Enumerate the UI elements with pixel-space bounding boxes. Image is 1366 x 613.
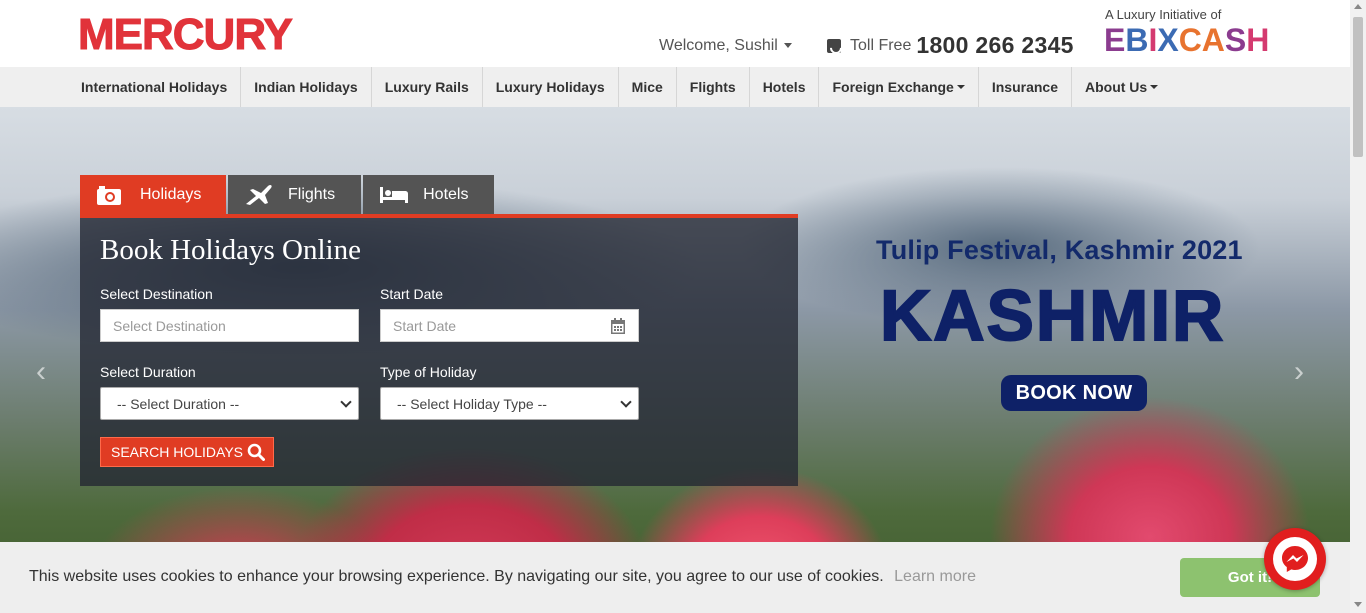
banner-subtitle: Tulip Festival, Kashmir 2021 (876, 235, 1243, 265)
destination-input[interactable]: Select Destination (100, 309, 359, 342)
search-holidays-label: SEARCH HOLIDAYS (111, 444, 243, 460)
toll-free-label: Toll Free (850, 36, 912, 54)
main-nav: International Holidays Indian Holidays L… (0, 67, 1350, 107)
scroll-thumb[interactable] (1353, 17, 1363, 157)
camera-icon (96, 184, 122, 206)
page-scrollbar[interactable] (1350, 0, 1366, 613)
tab-flights-label: Flights (288, 186, 336, 203)
nav-luxury-holidays[interactable]: Luxury Holidays (483, 67, 619, 107)
book-now-button[interactable]: BOOK NOW (1001, 375, 1147, 411)
scroll-up-icon[interactable] (1354, 4, 1362, 9)
toll-free-number: 1800 266 2345 (916, 32, 1074, 58)
nav-hotels[interactable]: Hotels (750, 67, 820, 107)
messenger-icon (1273, 537, 1317, 581)
tab-holidays[interactable]: Holidays (80, 175, 226, 215)
chevron-down-icon (340, 396, 352, 408)
carousel-prev-icon[interactable]: ‹ (36, 357, 54, 387)
user-menu[interactable]: Welcome, Sushil (659, 37, 792, 55)
banner-title: KASHMIR (879, 276, 1226, 357)
toll-free: Toll Free 1800 266 2345 (827, 32, 1074, 59)
search-tabs: Holidays Flights Hotels (80, 175, 496, 215)
caret-down-icon (1150, 85, 1159, 89)
duration-select[interactable]: -- Select Duration -- (100, 387, 359, 420)
bed-icon (379, 184, 409, 206)
search-panel: Book Holidays Online Select Destination … (80, 214, 798, 486)
nav-foreign-exchange-label: Foreign Exchange (832, 79, 954, 95)
start-date-label: Start Date (380, 286, 444, 302)
messenger-chat-button[interactable] (1264, 528, 1326, 590)
destination-label: Select Destination (100, 286, 213, 302)
nav-flights[interactable]: Flights (677, 67, 750, 107)
cookie-text: This website uses cookies to enhance you… (29, 568, 884, 585)
search-holidays-button[interactable]: SEARCH HOLIDAYS (100, 437, 274, 467)
tab-hotels-label: Hotels (423, 186, 469, 203)
nav-mice[interactable]: Mice (619, 67, 677, 107)
scroll-down-icon[interactable] (1354, 602, 1362, 607)
start-date-placeholder: Start Date (393, 317, 457, 334)
mercury-logo[interactable]: MERCURY (78, 11, 294, 58)
nav-international-holidays[interactable]: International Holidays (68, 67, 242, 107)
hero-banner: ‹ › Tulip Festival, Kashmir 2021 KASHMIR… (0, 107, 1350, 613)
holiday-type-value: -- Select Holiday Type -- (397, 395, 547, 412)
duration-value: -- Select Duration -- (117, 395, 240, 412)
nav-insurance[interactable]: Insurance (979, 67, 1072, 107)
partner-caption: A Luxury Initiative of (1105, 7, 1222, 22)
chevron-down-icon (620, 396, 632, 408)
calendar-icon[interactable] (611, 318, 625, 334)
learn-more-link[interactable]: Learn more (894, 568, 976, 585)
caret-down-icon (783, 43, 792, 49)
cookie-message: This website uses cookies to enhance you… (29, 568, 976, 586)
phone-icon (827, 38, 841, 53)
nav-about-us-label: About Us (1084, 79, 1148, 95)
caret-down-icon (956, 85, 965, 89)
panel-heading: Book Holidays Online (100, 234, 361, 266)
start-date-input[interactable]: Start Date (380, 309, 639, 342)
nav-indian-holidays[interactable]: Indian Holidays (241, 67, 372, 107)
tab-hotels[interactable]: Hotels (363, 175, 495, 215)
search-icon (247, 443, 265, 461)
destination-placeholder: Select Destination (113, 317, 226, 334)
nav-foreign-exchange[interactable]: Foreign Exchange (819, 67, 979, 107)
cookie-banner: This website uses cookies to enhance you… (0, 542, 1350, 613)
tab-flights[interactable]: Flights (228, 175, 362, 215)
holiday-type-select[interactable]: -- Select Holiday Type -- (380, 387, 639, 420)
carousel-next-icon[interactable]: › (1294, 357, 1312, 387)
tab-holidays-label: Holidays (140, 186, 202, 203)
nav-luxury-rails[interactable]: Luxury Rails (372, 67, 483, 107)
ebixcash-logo: EBIXCASH (1104, 22, 1270, 58)
duration-label: Select Duration (100, 364, 196, 380)
nav-about-us[interactable]: About Us (1072, 67, 1171, 107)
holiday-type-label: Type of Holiday (380, 364, 477, 380)
welcome-text: Welcome, Sushil (659, 37, 778, 54)
site-header: MERCURY Welcome, Sushil Toll Free 1800 2… (0, 0, 1350, 67)
plane-icon (244, 184, 272, 206)
